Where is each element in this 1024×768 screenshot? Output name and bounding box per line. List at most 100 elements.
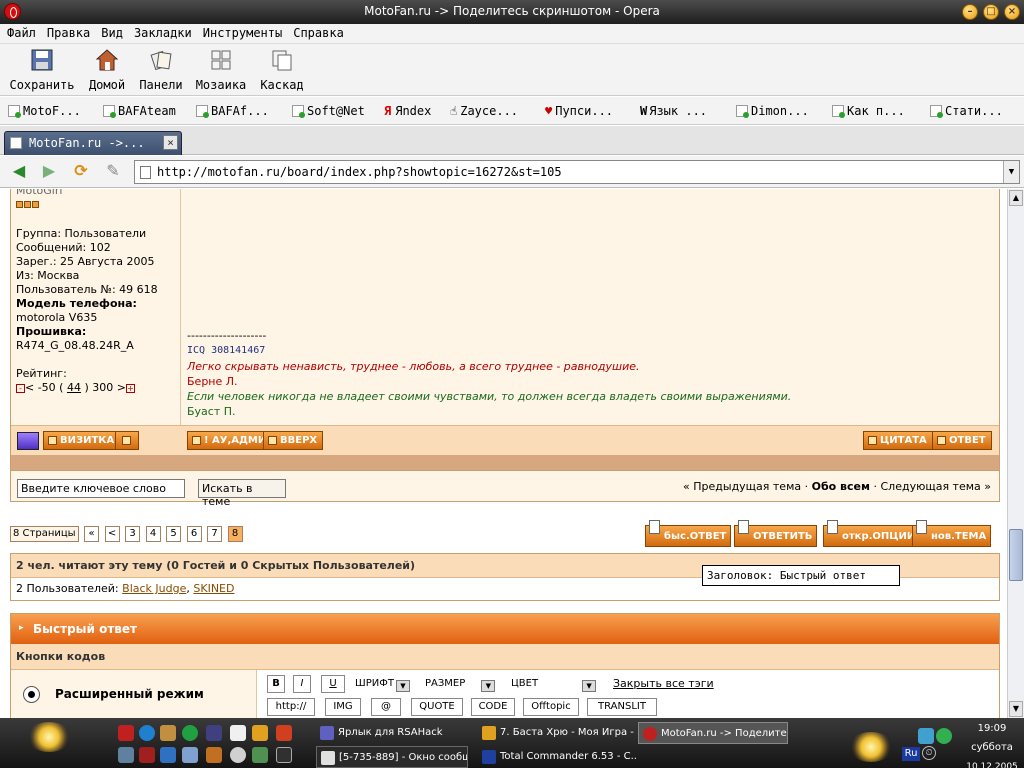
menu-view[interactable]: Вид xyxy=(94,24,127,40)
page-link[interactable]: 5 xyxy=(166,526,182,542)
to-top-button[interactable]: ВВЕРХ xyxy=(263,431,324,450)
media-icon[interactable] xyxy=(206,725,222,741)
dice-icon[interactable] xyxy=(230,725,246,741)
reply-post-button[interactable]: ОТВЕТ xyxy=(932,431,992,450)
clock[interactable]: 19:09 суббота 10.12.2005 xyxy=(962,722,1022,768)
menu-help[interactable]: Справка xyxy=(286,24,348,40)
close-tab-icon[interactable]: × xyxy=(163,135,178,150)
scroll-up-arrow[interactable]: ▲ xyxy=(1009,190,1023,206)
scroll-thumb[interactable] xyxy=(1009,529,1023,581)
translit-tag-button[interactable]: TRANSLIT xyxy=(587,698,657,716)
menu-tools[interactable]: Инструменты xyxy=(196,24,286,40)
network-icon[interactable] xyxy=(160,747,176,763)
tab-motofan[interactable]: MotoFan.ru ->... × xyxy=(4,131,182,155)
start-button[interactable] xyxy=(26,722,72,752)
quick-reply-title[interactable]: Быстрый ответ xyxy=(11,614,999,644)
close-button[interactable]: × xyxy=(1004,4,1020,20)
bookmark-articles[interactable]: Стати... xyxy=(930,104,1003,118)
italic-button[interactable]: I xyxy=(293,675,311,693)
reader-link[interactable]: SKINED xyxy=(193,582,234,595)
rating-plus-icon[interactable]: + xyxy=(125,384,135,393)
user-icon[interactable] xyxy=(182,747,198,763)
rating-minus-icon[interactable]: - xyxy=(16,384,25,393)
size-select[interactable]: РАЗМЕР ▼ xyxy=(425,678,496,692)
underline-button[interactable]: U xyxy=(321,675,345,693)
next-topic-link[interactable]: Следующая тема » xyxy=(880,480,991,493)
bookmark-how[interactable]: Как п... xyxy=(832,104,905,118)
open-options-button[interactable]: откр.ОПЦИИ xyxy=(823,520,921,547)
opera-quicklaunch-icon[interactable] xyxy=(118,725,134,741)
user-photo-button[interactable] xyxy=(115,431,139,450)
bookmark-pupsi[interactable]: ♥ Пупси... xyxy=(545,104,613,118)
terminal-icon[interactable] xyxy=(252,747,268,763)
user-avatar[interactable] xyxy=(17,432,39,450)
reader-link[interactable]: Black Judge xyxy=(122,582,186,595)
menu-bookmarks[interactable]: Закладки xyxy=(127,24,196,40)
quote-tag-button[interactable]: QUOTE xyxy=(411,698,463,716)
bookmark-yandex[interactable]: Я Яndex xyxy=(384,104,431,118)
new-topic-button[interactable]: нов.ТЕМА xyxy=(912,520,992,547)
offtopic-tag-button[interactable]: Offtopic xyxy=(523,698,579,716)
bookmark-zaycev[interactable]: ☝ Zayce... xyxy=(450,104,518,118)
page-link[interactable]: 4 xyxy=(145,526,161,542)
settings-icon[interactable] xyxy=(118,747,134,763)
quote-button[interactable]: ЦИТАТА xyxy=(863,431,933,450)
bookmark-bafateam[interactable]: BAFAteam xyxy=(103,104,176,118)
folder-icon[interactable] xyxy=(160,725,176,741)
forward-arrow-icon[interactable]: ▶ xyxy=(38,162,60,180)
search-in-topic-button[interactable]: Искать в теме xyxy=(198,479,286,508)
tray-network-icon[interactable] xyxy=(918,728,934,744)
pages-count[interactable]: 8 Страницы xyxy=(10,526,79,542)
address-field[interactable]: http://motofan.ru/board/index.php?showto… xyxy=(134,160,1020,184)
ball-icon[interactable] xyxy=(230,747,246,763)
lightning-icon[interactable] xyxy=(252,725,268,741)
font-select[interactable]: ШРИФТ ▼ xyxy=(355,678,410,692)
page-link[interactable]: 6 xyxy=(186,526,202,542)
vertical-scrollbar[interactable]: ▲ ▼ xyxy=(1007,189,1024,718)
task-rsahack[interactable]: Ярлык для RSAHack xyxy=(316,722,474,744)
bold-button[interactable]: B xyxy=(267,675,285,693)
globe-icon[interactable] xyxy=(139,725,155,741)
bookmark-bafaf[interactable]: BAFAf... xyxy=(196,104,269,118)
language-indicator[interactable]: Ru xyxy=(902,747,920,761)
cascade-button[interactable]: Каскад xyxy=(256,46,308,92)
url-tag-button[interactable]: http:// xyxy=(267,698,315,716)
menu-edit[interactable]: Правка xyxy=(40,24,94,40)
bookmark-language[interactable]: W Язык ... xyxy=(640,104,707,118)
add-reply-button[interactable]: ОТВЕТИТЬ xyxy=(734,520,818,547)
username[interactable]: MotoGirl xyxy=(16,189,180,198)
reload-icon[interactable]: ⟳ xyxy=(70,162,92,180)
color-select[interactable]: ЦВЕТ ▼ xyxy=(511,678,597,692)
scroll-down-arrow[interactable]: ▼ xyxy=(1009,701,1023,717)
address-dropdown-arrow[interactable]: ▼ xyxy=(1003,161,1019,183)
back-arrow-icon[interactable]: ◀ xyxy=(8,162,30,180)
tray-status-icon[interactable] xyxy=(936,728,952,744)
tool-icon[interactable] xyxy=(139,747,155,763)
prev-page-link[interactable]: < xyxy=(104,526,120,542)
menu-file[interactable]: Файл xyxy=(0,24,40,40)
mosaic-button[interactable]: Мозаика xyxy=(192,46,250,92)
pen-icon[interactable]: ✎ xyxy=(102,162,124,180)
page-link[interactable]: 7 xyxy=(207,526,223,542)
bookmark-motofan[interactable]: MotoF... xyxy=(8,104,81,118)
panels-button[interactable]: Панели xyxy=(136,46,186,92)
close-all-tags-link[interactable]: Закрыть все тэги xyxy=(613,677,714,690)
bookmark-dimon[interactable]: Dimon... xyxy=(736,104,809,118)
task-music-player[interactable]: 7. Баста Хрю - Моя Игра - ... xyxy=(478,722,636,744)
save-button[interactable]: Сохранить xyxy=(6,46,78,92)
rating-value[interactable]: 44 xyxy=(67,381,81,394)
all-topics-link[interactable]: Обо всем xyxy=(812,480,870,493)
prev-topic-link[interactable]: « Предыдущая тема xyxy=(683,480,801,493)
code-tag-button[interactable]: CODE xyxy=(471,698,515,716)
first-page-link[interactable]: « xyxy=(84,526,100,542)
keyword-search-input[interactable]: Введите ключевое слово xyxy=(17,479,185,498)
fast-reply-button[interactable]: быс.ОТВЕТ xyxy=(645,520,732,547)
task-total-commander[interactable]: Total Commander 6.53 - С... xyxy=(478,746,636,768)
task-opera[interactable]: MotoFan.ru -> Поделитес... xyxy=(638,722,788,744)
extended-mode-radio[interactable] xyxy=(23,686,40,703)
maximize-button[interactable]: □ xyxy=(983,4,999,20)
star-icon[interactable] xyxy=(276,725,292,741)
email-tag-button[interactable]: @ xyxy=(371,698,401,716)
card-button[interactable]: ВИЗИТКА xyxy=(43,431,121,450)
pizza-icon[interactable] xyxy=(206,747,222,763)
